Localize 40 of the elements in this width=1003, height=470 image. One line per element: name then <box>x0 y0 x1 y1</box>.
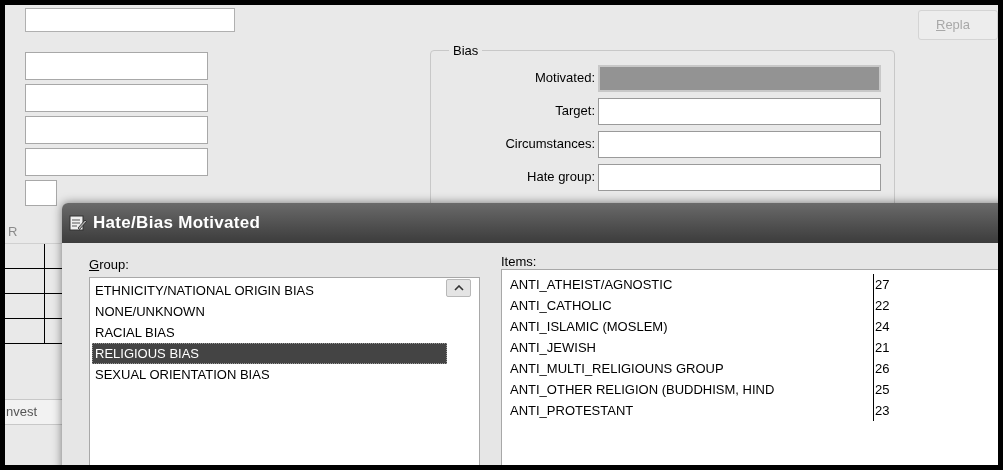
input-field[interactable] <box>598 97 881 125</box>
item-name: ANTI_ATHEIST/AGNOSTIC <box>510 274 874 295</box>
form-icon <box>69 214 87 232</box>
group-title: Bias <box>452 42 480 60</box>
text-field[interactable] <box>25 148 208 176</box>
chevron-up-icon <box>453 285 464 291</box>
input-field[interactable] <box>598 130 881 158</box>
item-name: ANTI_ISLAMIC (MOSLEM) <box>510 316 874 337</box>
item-code: 21 <box>874 339 890 357</box>
field-label: Target: <box>554 102 596 121</box>
item-code: 25 <box>874 381 890 399</box>
items-label: Items: <box>501 256 538 268</box>
list-item[interactable]: SEXUAL ORIENTATION BIAS <box>92 364 447 385</box>
item-code: 26 <box>874 360 890 378</box>
small-field[interactable] <box>25 180 57 206</box>
field-label: Motivated: <box>534 69 596 88</box>
text-field[interactable] <box>25 8 235 32</box>
item-name: ANTI_JEWISH <box>510 337 874 358</box>
list-item[interactable]: ETHNICITY/NATIONAL ORIGIN BIAS <box>92 280 447 301</box>
field-label: Circumstances: <box>504 135 596 154</box>
tab[interactable]: nvest <box>5 399 65 425</box>
item-code: 27 <box>874 276 890 294</box>
item-code: 22 <box>874 297 890 315</box>
item-name: ANTI_CATHOLIC <box>510 295 874 316</box>
group-label: Group: <box>89 256 130 274</box>
item-name: ANTI_PROTESTANT <box>510 400 874 421</box>
list-item[interactable]: RACIAL BIAS <box>92 322 447 343</box>
text-field[interactable] <box>25 52 208 80</box>
text-field[interactable] <box>25 84 208 112</box>
input-field[interactable] <box>598 163 881 191</box>
field-label: Hate group: <box>526 168 596 187</box>
list-item[interactable]: NONE/UNKNOWN <box>92 301 447 322</box>
item-code: 24 <box>874 318 890 336</box>
item-name: ANTI_MULTI_RELIGIOUNS GROUP <box>510 358 874 379</box>
window-title: Hate/Bias Motivated <box>93 212 261 235</box>
scroll-up-button[interactable] <box>446 279 471 297</box>
item-code: 23 <box>874 402 890 420</box>
text-field[interactable] <box>25 116 208 144</box>
list-item[interactable]: RELIGIOUS BIAS <box>92 343 447 364</box>
item-name: ANTI_OTHER RELIGION (BUDDHISM, HIND <box>510 379 874 400</box>
